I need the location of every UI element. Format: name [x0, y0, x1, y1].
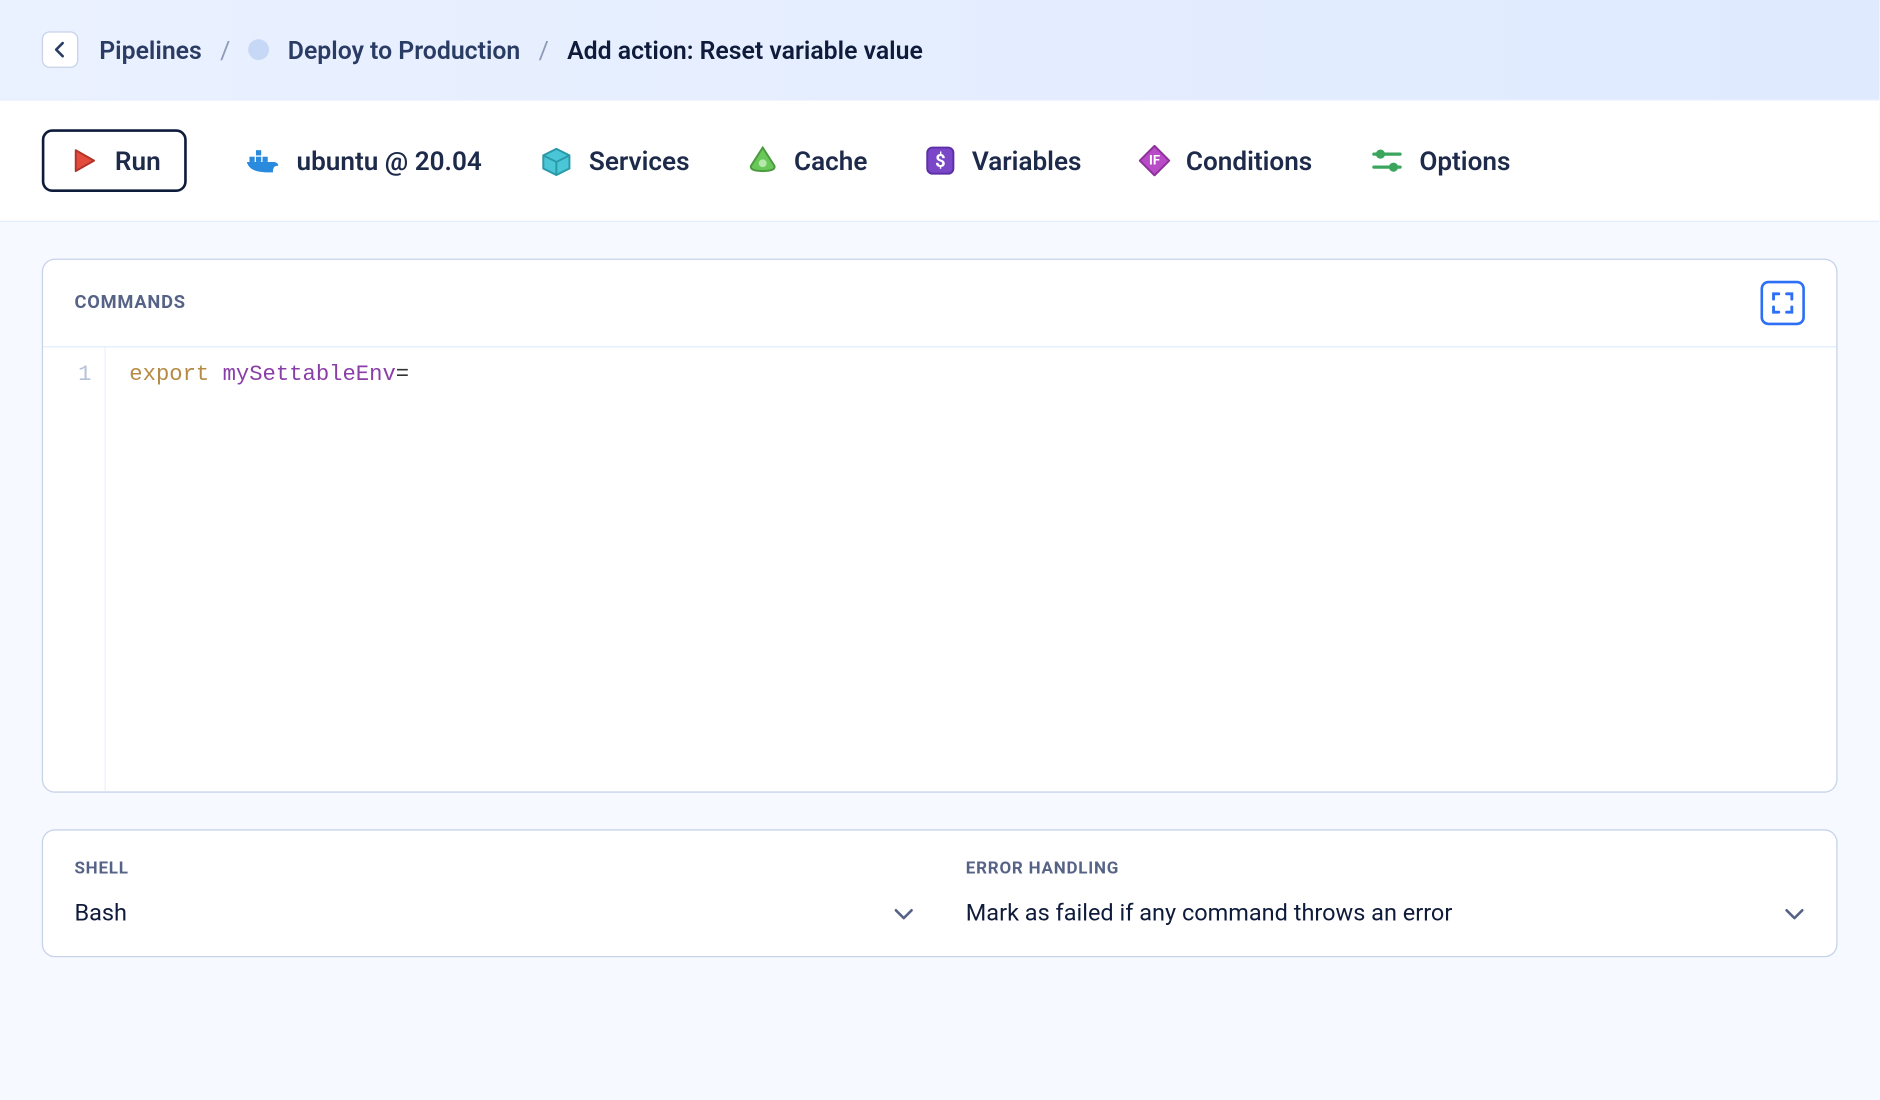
breadcrumb-current: Add action: Reset variable value — [567, 35, 923, 65]
editor-gutter: 1 — [43, 347, 106, 791]
chevron-left-icon — [54, 40, 67, 58]
config-panel: SHELL Bash ERROR HANDLING Mark as failed… — [42, 829, 1838, 957]
code-content[interactable]: export mySettableEnv= — [106, 347, 1836, 791]
back-button[interactable] — [42, 31, 79, 68]
shell-config: SHELL Bash — [74, 859, 913, 927]
breadcrumb-sep: / — [220, 35, 230, 65]
box-icon — [539, 145, 573, 176]
play-icon — [68, 145, 99, 176]
pipeline-status-dot-icon — [249, 39, 270, 60]
commands-panel-header: COMMANDS — [43, 260, 1836, 348]
tab-environment[interactable]: ubuntu @ 20.04 — [244, 145, 482, 176]
tab-services-label: Services — [589, 145, 690, 176]
docker-icon — [244, 145, 281, 176]
main-content: COMMANDS 1 export mySettableEnv= SHELL B… — [0, 222, 1879, 994]
sliders-icon — [1370, 146, 1404, 175]
svg-text:IF: IF — [1149, 154, 1160, 169]
code-varname: mySettableEnv — [223, 363, 396, 388]
error-handling-label: ERROR HANDLING — [966, 859, 1805, 879]
cache-icon — [747, 145, 778, 176]
tab-variables[interactable]: $ Variables — [925, 145, 1082, 176]
breadcrumb-sep: / — [539, 35, 549, 65]
tab-run-label: Run — [115, 145, 161, 176]
conditions-icon: IF — [1139, 145, 1170, 176]
shell-label: SHELL — [74, 859, 913, 879]
tab-cache-label: Cache — [794, 145, 867, 176]
chevron-down-icon — [893, 900, 914, 927]
shell-value: Bash — [74, 900, 127, 927]
tab-cache[interactable]: Cache — [747, 145, 867, 176]
error-handling-value: Mark as failed if any command throws an … — [966, 900, 1453, 927]
tab-conditions-label: Conditions — [1186, 145, 1312, 176]
breadcrumb-pipeline-name[interactable]: Deploy to Production — [288, 35, 521, 65]
svg-text:$: $ — [935, 151, 945, 172]
tab-options[interactable]: Options — [1370, 145, 1511, 176]
breadcrumb: Pipelines / Deploy to Production / Add a… — [99, 35, 923, 65]
line-number: 1 — [56, 363, 91, 388]
shell-select[interactable]: Bash — [74, 900, 913, 927]
tab-variables-label: Variables — [972, 145, 1082, 176]
tab-run[interactable]: Run — [42, 129, 187, 192]
commands-panel: COMMANDS 1 export mySettableEnv= — [42, 259, 1838, 793]
code-op: = — [396, 363, 409, 388]
expand-icon — [1771, 291, 1795, 315]
tab-options-label: Options — [1419, 145, 1510, 176]
tab-environment-label: ubuntu @ 20.04 — [297, 145, 482, 176]
code-editor[interactable]: 1 export mySettableEnv= — [43, 347, 1836, 791]
variables-icon: $ — [925, 145, 956, 176]
expand-editor-button[interactable] — [1760, 281, 1804, 325]
tab-services[interactable]: Services — [539, 145, 689, 176]
commands-title: COMMANDS — [74, 293, 185, 314]
breadcrumb-pipelines[interactable]: Pipelines — [99, 35, 202, 65]
header: Pipelines / Deploy to Production / Add a… — [0, 0, 1879, 101]
tab-conditions[interactable]: IF Conditions — [1139, 145, 1312, 176]
error-handling-select[interactable]: Mark as failed if any command throws an … — [966, 900, 1805, 927]
chevron-down-icon — [1784, 900, 1805, 927]
error-handling-config: ERROR HANDLING Mark as failed if any com… — [966, 859, 1805, 927]
tabs-bar: Run ubuntu @ 20.04 Services Cache $ Vari… — [0, 101, 1879, 222]
code-keyword: export — [129, 363, 209, 388]
